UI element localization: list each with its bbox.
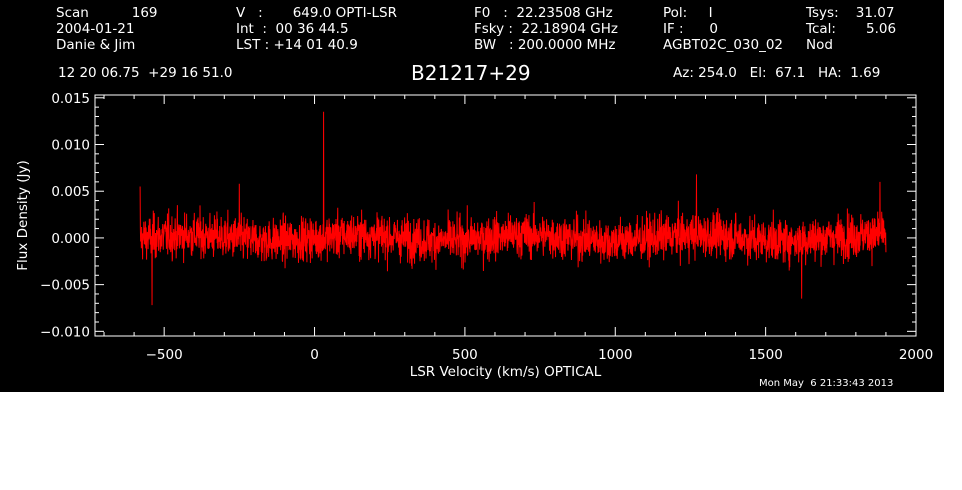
x-axis-label: LSR Velocity (km/s) OPTICAL <box>410 364 602 380</box>
spectrum-trace <box>139 111 887 306</box>
x-tick-label: 1000 <box>598 347 632 363</box>
y-tick-label: 0.000 <box>51 231 90 247</box>
y-tick-label: 0.015 <box>51 91 90 107</box>
y-tick-label: 0.005 <box>51 184 90 200</box>
y-axis-label: Flux Density (Jy) <box>15 160 31 270</box>
x-tick-label: −500 <box>146 347 183 363</box>
plot-window: Scan 169 2004-01-21 Danie & Jim V : 649.… <box>0 0 944 392</box>
x-tick-label: 2000 <box>899 347 933 363</box>
page: Scan 169 2004-01-21 Danie & Jim V : 649.… <box>0 0 962 490</box>
spectrum-chart: −500 0 500 1000 1500 2000 −0.010 −0.005 0.000 0.0… <box>15 91 933 380</box>
x-tick-label: 0 <box>310 347 319 363</box>
y-tick-label: 0.010 <box>51 138 90 154</box>
x-tick-label: 1500 <box>748 347 782 363</box>
y-tick-label: −0.005 <box>40 278 90 294</box>
y-tick-label: −0.010 <box>40 324 90 340</box>
x-tick-label: 500 <box>452 347 478 363</box>
plot-frame <box>94 94 917 337</box>
plot-timestamp: Mon May 6 21:33:43 2013 <box>759 378 894 389</box>
